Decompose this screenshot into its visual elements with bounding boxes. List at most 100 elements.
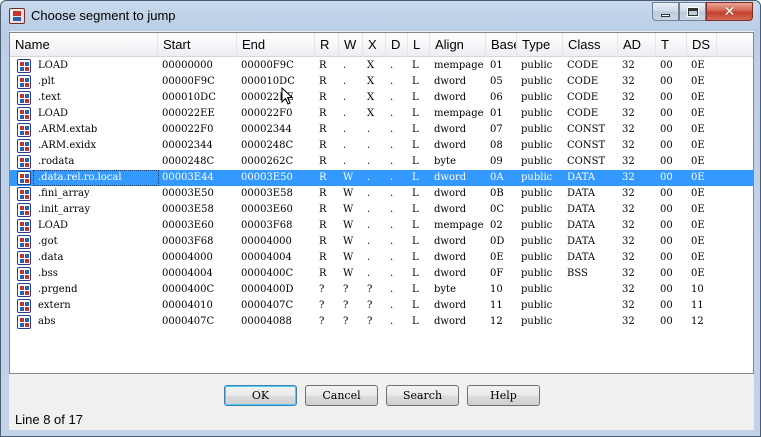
minimize-button[interactable] (652, 2, 679, 21)
cell-w: ? (343, 300, 349, 311)
table-row[interactable]: extern 00004010 0000407C???. Ldword 11 public… (10, 298, 753, 314)
cell-w: . (343, 140, 347, 151)
column-header-l[interactable]: L (408, 33, 430, 57)
cell-start: 00003E50 (162, 188, 214, 199)
table-row[interactable]: .data.rel.ro.local 00003E44 00003E50 R W.. Ld… (10, 170, 753, 186)
cell-start: 000010DC (162, 92, 216, 103)
table-row[interactable]: .ARM.extab 000022F0 00002344 R... Ldword 07 pu… (10, 122, 753, 138)
segment-icon (17, 267, 31, 281)
cell-align: dword (434, 316, 467, 327)
cell-type: public (521, 188, 553, 199)
column-header-type[interactable]: Type (517, 33, 563, 57)
cell-name: .rodata (38, 156, 75, 167)
table-row[interactable]: .prgend 0000400C 0000400D???. Lbyte 10 public… (10, 282, 753, 298)
cell-w: W (343, 252, 354, 263)
cell-r: ? (319, 284, 325, 295)
cell-name: abs (38, 316, 56, 327)
cell-end: 00003E60 (241, 204, 293, 215)
title-bar[interactable]: Choose segment to jump ✕ (1, 1, 760, 31)
cell-t: 00 (660, 76, 673, 87)
cell-x: ? (367, 316, 373, 327)
cell-align: dword (434, 172, 467, 183)
segment-icon (17, 251, 31, 265)
cell-t: 00 (660, 188, 673, 199)
maximize-icon (686, 6, 699, 17)
cell-w: W (343, 220, 354, 231)
column-header-ds[interactable]: DS (687, 33, 717, 57)
cell-base: 0B (490, 188, 504, 199)
column-header-end[interactable]: End (237, 33, 315, 57)
column-header-name[interactable]: Name (10, 33, 158, 57)
cell-name: .bss (38, 268, 58, 279)
cell-x: ? (367, 300, 373, 311)
cell-t: 00 (660, 252, 673, 263)
cell-x: X (367, 76, 375, 87)
cancel-button[interactable]: Cancel (305, 385, 378, 406)
table-row[interactable]: LOAD 00000000 00000F9C R. X. Lmempage 01 public… (10, 58, 753, 74)
cell-w: . (343, 76, 347, 87)
cell-d: . (390, 92, 394, 103)
search-button[interactable]: Search (386, 385, 459, 406)
cell-ad: 32 (622, 236, 635, 247)
table-row[interactable]: abs 0000407C 00004088???. Ldword 12 public 32 0… (10, 314, 753, 330)
cell-t: 00 (660, 60, 673, 71)
cell-d: . (390, 60, 394, 71)
cell-end: 0000407C (241, 300, 294, 311)
cell-end: 00000F9C (241, 60, 294, 71)
cell-type: public (521, 92, 553, 103)
table-row[interactable]: .got 00003F68 00004000 R W.. Ldword 0D public DA… (10, 234, 753, 250)
table-row[interactable]: .init_array 00003E58 00003E60 R W.. Ldword 0C p… (10, 202, 753, 218)
cell-ad: 32 (622, 76, 635, 87)
cell-l: L (412, 252, 419, 263)
cell-w: W (343, 204, 354, 215)
cell-base: 11 (490, 300, 503, 311)
cell-start: 0000400C (162, 284, 215, 295)
table-row[interactable]: .data 00004000 00004004 R W.. Ldword 0E public D… (10, 250, 753, 266)
maximize-button[interactable] (679, 2, 706, 21)
cell-l: L (412, 60, 419, 71)
segment-list[interactable]: NameStartEndRWXDLAlignBaseTypeClassADTDS… (9, 32, 754, 374)
table-row[interactable]: .fini_array 00003E50 00003E58 R W.. Ldword 0B p… (10, 186, 753, 202)
cell-x: . (367, 204, 371, 215)
ok-button[interactable]: OK (224, 385, 297, 406)
table-row[interactable]: LOAD 000022EE 000022F0 R. X. Lmempage 01 public… (10, 106, 753, 122)
cell-end: 000010DC (241, 76, 295, 87)
cell-type: public (521, 156, 553, 167)
segment-icon (17, 203, 31, 217)
column-header-w[interactable]: W (339, 33, 363, 57)
cell-class: CONST (567, 140, 606, 151)
column-header-d[interactable]: D (386, 33, 408, 57)
cell-ds: 0E (691, 92, 705, 103)
cell-start: 00004000 (162, 252, 213, 263)
column-header-r[interactable]: R (315, 33, 339, 57)
help-button[interactable]: Help (467, 385, 540, 406)
cell-w: W (343, 188, 354, 199)
cell-x: . (367, 172, 371, 183)
table-row[interactable]: .bss 00004004 0000400C R W.. Ldword 0F public BS… (10, 266, 753, 282)
cell-r: R (319, 108, 327, 119)
table-row[interactable]: LOAD 00003E60 00003F68 R W.. Lmempage 02 public… (10, 218, 753, 234)
column-header-ad[interactable]: AD (618, 33, 656, 57)
cell-ds: 11 (691, 300, 704, 311)
column-header-base[interactable]: Base (486, 33, 517, 57)
segment-icon (17, 171, 31, 185)
column-header-x[interactable]: X (363, 33, 386, 57)
cell-w: W (343, 236, 354, 247)
table-row[interactable]: .text 000010DC 000022EE R. X. Ldword 06 public C… (10, 90, 753, 106)
column-header-align[interactable]: Align (430, 33, 486, 57)
cell-ad: 32 (622, 108, 635, 119)
column-header-class[interactable]: Class (563, 33, 618, 57)
close-button[interactable]: ✕ (706, 2, 753, 21)
cell-t: 00 (660, 204, 673, 215)
cell-l: L (412, 236, 419, 247)
table-row[interactable]: .plt 00000F9C 000010DC R. X. Ldword 05 public CO… (10, 74, 753, 90)
cell-start: 00003F68 (162, 236, 214, 247)
cell-type: public (521, 140, 553, 151)
cell-base: 12 (490, 316, 503, 327)
column-header-t[interactable]: T (656, 33, 687, 57)
cell-ds: 0E (691, 156, 705, 167)
table-row[interactable]: .rodata 0000248C 0000262C R... Lbyte 09 public… (10, 154, 753, 170)
segment-icon (17, 75, 31, 89)
column-header-start[interactable]: Start (158, 33, 237, 57)
table-row[interactable]: .ARM.exidx 00002344 0000248C R... Ldword 08 pu… (10, 138, 753, 154)
